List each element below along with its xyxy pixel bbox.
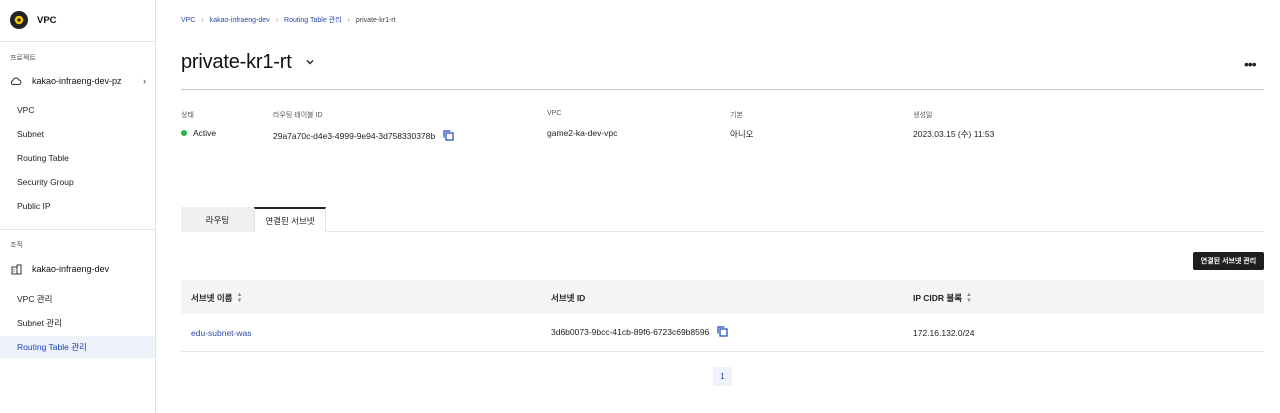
status-dot-icon: [181, 130, 187, 136]
column-header-label: IP CIDR 블록: [913, 293, 963, 303]
vpc-label: VPC: [547, 110, 562, 117]
subnet-name-link[interactable]: edu-subnet-was: [191, 328, 251, 338]
column-header-ip-cidr[interactable]: IP CIDR 블록 ▲ ▼: [913, 292, 972, 304]
breadcrumb-current: private-kr1-rt: [355, 16, 396, 24]
copy-icon[interactable]: [717, 326, 728, 337]
status-value: Active: [181, 128, 216, 138]
tab-divider: [326, 231, 1264, 232]
sidebar-item-security-group[interactable]: Security Group: [0, 171, 155, 193]
pagination-page-1[interactable]: 1: [713, 367, 732, 386]
sidebar-item-public-ip[interactable]: Public IP: [0, 195, 155, 217]
vpc-logo-icon: [10, 11, 28, 29]
subnet-id-cell: 3d6b0073-9bcc-41cb-89f6-6723c69b8596: [551, 326, 728, 337]
status-text: Active: [193, 128, 217, 138]
chevron-right-icon: ›: [143, 76, 146, 86]
sort-icon[interactable]: ▲ ▼: [236, 292, 242, 304]
project-section-label: 프로젝트: [10, 55, 36, 62]
column-header-subnet-id: 서브넷 ID: [551, 292, 585, 304]
breadcrumb-separator: ›: [201, 16, 204, 24]
status-label: 상태: [181, 112, 194, 119]
default-label: 기본: [730, 112, 743, 119]
project-selector[interactable]: kakao-infraeng-dev-pz ›: [10, 73, 146, 89]
more-options-button[interactable]: •••: [1244, 56, 1257, 72]
sidebar: VPC 프로젝트 kakao-infraeng-dev-pz › VPC Sub…: [0, 0, 156, 413]
manage-connected-subnets-button[interactable]: 연결된 서브넷 관리: [1193, 252, 1264, 270]
copy-icon[interactable]: [443, 130, 454, 141]
column-header-label: 서브넷 이름: [191, 293, 233, 303]
routing-table-id-text: 29a7a70c-d4e3-4999-9e94-3d758330378b: [273, 130, 436, 141]
breadcrumb-separator: ›: [347, 16, 350, 24]
vpc-value: game2-ka-dev-vpc: [547, 128, 618, 138]
project-name: kakao-infraeng-dev-pz: [32, 76, 122, 86]
breadcrumb-org[interactable]: kakao-infraeng-dev: [210, 17, 270, 24]
column-header-label: 서브넷 ID: [551, 293, 586, 303]
routing-table-id-value: 29a7a70c-d4e3-4999-9e94-3d758330378b: [273, 130, 454, 141]
table-row: edu-subnet-was 3d6b0073-9bcc-41cb-89f6-6…: [181, 314, 1264, 352]
sidebar-divider: [0, 41, 156, 42]
sidebar-item-subnet[interactable]: Subnet: [0, 123, 155, 145]
org-selector[interactable]: kakao-infraeng-dev: [10, 261, 146, 277]
cloud-icon: [10, 75, 22, 87]
title-divider: [181, 89, 1264, 90]
default-value: 아니오: [730, 129, 754, 139]
breadcrumb-vpc[interactable]: VPC: [181, 17, 195, 24]
sidebar-item-vpc-manage[interactable]: VPC 관리: [0, 288, 155, 310]
tab-bar: 라우팅 연결된 서브넷: [181, 207, 326, 232]
column-header-subnet-name[interactable]: 서브넷 이름 ▲ ▼: [191, 292, 242, 304]
page-title: private-kr1-rt: [181, 51, 292, 73]
ip-cidr-cell: 172.16.132.0/24: [913, 328, 975, 338]
tab-connected-subnets[interactable]: 연결된 서브넷: [254, 207, 326, 232]
org-name: kakao-infraeng-dev: [32, 264, 110, 274]
chevron-down-icon[interactable]: [304, 56, 316, 68]
sidebar-item-routing-table-manage[interactable]: Routing Table 관리: [0, 336, 155, 358]
table-header: 서브넷 이름 ▲ ▼ 서브넷 ID IP CIDR 블록 ▲ ▼: [181, 280, 1264, 314]
sidebar-item-vpc[interactable]: VPC: [0, 99, 155, 121]
building-icon: [10, 263, 22, 275]
org-section-label: 조직: [10, 242, 23, 249]
brand[interactable]: VPC: [10, 10, 57, 30]
breadcrumb-routing-table-manage[interactable]: Routing Table 관리: [284, 15, 342, 25]
brand-title: VPC: [37, 14, 57, 26]
routing-table-id-label: 라우팅 테이블 ID: [273, 112, 323, 119]
sidebar-item-routing-table[interactable]: Routing Table: [0, 147, 155, 169]
created-label: 생성일: [913, 112, 933, 119]
subnet-id-text: 3d6b0073-9bcc-41cb-89f6-6723c69b8596: [551, 326, 710, 337]
tab-routing[interactable]: 라우팅: [181, 207, 254, 232]
sidebar-item-subnet-manage[interactable]: Subnet 관리: [0, 312, 155, 334]
sort-icon[interactable]: ▲ ▼: [966, 292, 972, 304]
breadcrumb-separator: ›: [275, 16, 279, 24]
breadcrumb: VPC › kakao-infraeng-dev › Routing Table…: [181, 15, 396, 25]
sidebar-divider: [0, 229, 156, 230]
created-value: 2023.03.15 (수) 11:53: [913, 129, 995, 139]
